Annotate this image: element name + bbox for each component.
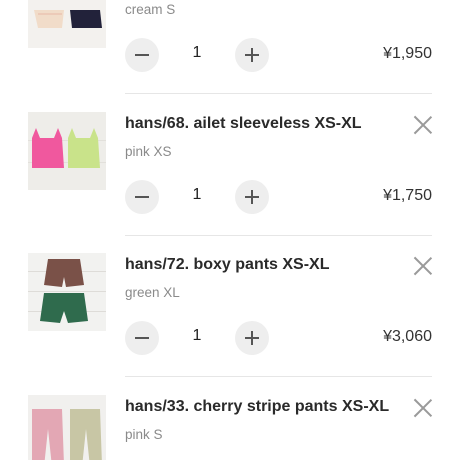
remove-item-close-icon[interactable]: [414, 116, 432, 134]
decrease-quantity-button[interactable]: [125, 38, 159, 72]
item-variant: green XL: [125, 285, 180, 300]
product-thumbnail[interactable]: [28, 0, 106, 48]
product-thumbnail[interactable]: [28, 253, 106, 331]
divider: [125, 235, 432, 236]
item-price: ¥1,750: [383, 187, 432, 204]
item-title[interactable]: hans/68. ailet sleeveless XS-XL: [125, 115, 362, 133]
increase-quantity-button[interactable]: [235, 321, 269, 355]
minus-icon: [135, 196, 149, 198]
item-price: ¥3,060: [383, 328, 432, 345]
divider: [125, 93, 432, 94]
minus-icon: [135, 54, 149, 56]
increase-quantity-button[interactable]: [235, 180, 269, 214]
item-title[interactable]: hans/33. cherry stripe pants XS-XL: [125, 398, 389, 416]
product-photo-tops-icon: [28, 0, 106, 48]
product-thumbnail[interactable]: [28, 395, 106, 460]
item-variant: pink S: [125, 427, 163, 442]
divider: [125, 376, 432, 377]
item-variant: cream S: [125, 2, 176, 17]
product-photo-pants-icon: [28, 395, 106, 460]
item-price: ¥1,950: [383, 45, 432, 62]
decrease-quantity-button[interactable]: [125, 180, 159, 214]
product-thumbnail[interactable]: [28, 112, 106, 190]
quantity-value: 1: [192, 327, 202, 344]
quantity-value: 1: [192, 186, 202, 203]
minus-icon: [135, 337, 149, 339]
decrease-quantity-button[interactable]: [125, 321, 159, 355]
item-variant: pink XS: [125, 144, 172, 159]
item-title[interactable]: hans/72. boxy pants XS-XL: [125, 256, 330, 274]
product-photo-sleeveless-icon: [28, 112, 106, 190]
cart-item-list: cream S 1 ¥1,950 hans/68. ailet sleevele…: [0, 0, 460, 460]
increase-quantity-button[interactable]: [235, 38, 269, 72]
product-photo-shorts-icon: [28, 253, 106, 331]
quantity-value: 1: [192, 44, 202, 61]
remove-item-close-icon[interactable]: [414, 257, 432, 275]
remove-item-close-icon[interactable]: [414, 399, 432, 417]
